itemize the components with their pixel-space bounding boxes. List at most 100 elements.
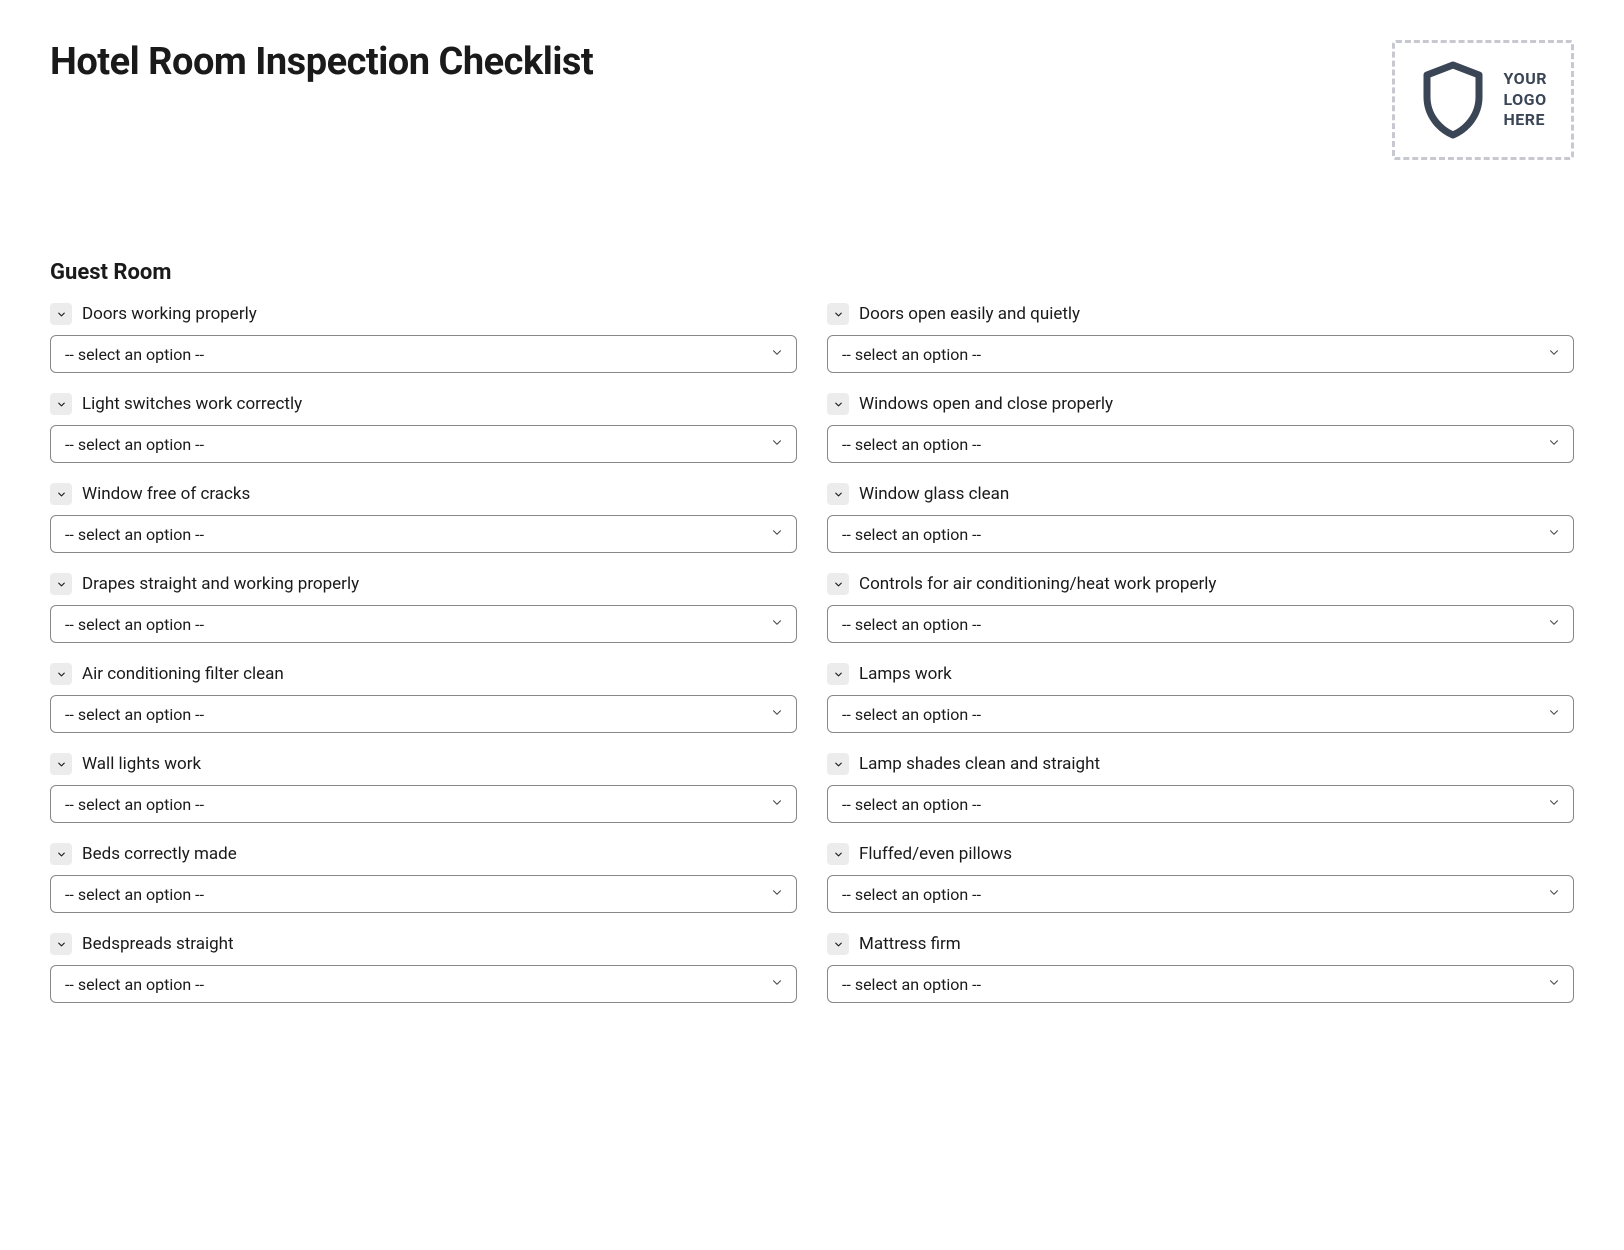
select-placeholder-text: -- select an option -- <box>842 345 981 364</box>
checklist-item-label: Window free of cracks <box>82 484 250 504</box>
chevron-down-icon <box>56 305 67 324</box>
checklist-item-header: Drapes straight and working properly <box>50 573 797 595</box>
expand-toggle[interactable] <box>50 753 72 775</box>
checklist-item-header: Fluffed/even pillows <box>827 843 1574 865</box>
checklist-item-label: Doors open easily and quietly <box>859 304 1080 324</box>
chevron-down-icon <box>1547 615 1561 634</box>
chevron-down-icon <box>56 755 67 774</box>
chevron-down-icon <box>833 305 844 324</box>
checklist-item: Windows open and close properly -- select… <box>827 393 1574 463</box>
chevron-down-icon <box>1547 705 1561 724</box>
option-select[interactable]: -- select an option -- <box>50 785 797 823</box>
select-placeholder-text: -- select an option -- <box>842 705 981 724</box>
checklist-item-label: Mattress firm <box>859 934 961 954</box>
section-title: Guest Room <box>50 260 1574 285</box>
expand-toggle[interactable] <box>827 393 849 415</box>
option-select[interactable]: -- select an option -- <box>827 785 1574 823</box>
select-placeholder-text: -- select an option -- <box>65 615 204 634</box>
expand-toggle[interactable] <box>50 933 72 955</box>
select-placeholder-text: -- select an option -- <box>842 525 981 544</box>
chevron-down-icon <box>770 975 784 994</box>
checklist-item-label: Air conditioning filter clean <box>82 664 284 684</box>
select-placeholder-text: -- select an option -- <box>65 705 204 724</box>
chevron-down-icon <box>56 575 67 594</box>
chevron-down-icon <box>833 845 844 864</box>
chevron-down-icon <box>770 885 784 904</box>
select-placeholder-text: -- select an option -- <box>842 435 981 454</box>
expand-toggle[interactable] <box>827 753 849 775</box>
checklist-item-label: Fluffed/even pillows <box>859 844 1012 864</box>
option-select[interactable]: -- select an option -- <box>827 335 1574 373</box>
chevron-down-icon <box>833 935 844 954</box>
option-select[interactable]: -- select an option -- <box>827 695 1574 733</box>
chevron-down-icon <box>833 755 844 774</box>
chevron-down-icon <box>56 395 67 414</box>
checklist-item: Controls for air conditioning/heat work … <box>827 573 1574 643</box>
select-wrapper: -- select an option -- <box>827 605 1574 643</box>
checklist-item-label: Beds correctly made <box>82 844 237 864</box>
select-wrapper: -- select an option -- <box>50 785 797 823</box>
checklist-item: Wall lights work -- select an option -- <box>50 753 797 823</box>
checklist-item-header: Light switches work correctly <box>50 393 797 415</box>
select-placeholder-text: -- select an option -- <box>65 345 204 364</box>
expand-toggle[interactable] <box>50 393 72 415</box>
chevron-down-icon <box>770 435 784 454</box>
option-select[interactable]: -- select an option -- <box>50 965 797 1003</box>
option-select[interactable]: -- select an option -- <box>827 875 1574 913</box>
expand-toggle[interactable] <box>50 573 72 595</box>
checklist-item-label: Window glass clean <box>859 484 1009 504</box>
chevron-down-icon <box>833 665 844 684</box>
checklist-item-header: Lamp shades clean and straight <box>827 753 1574 775</box>
checklist-item-label: Wall lights work <box>82 754 201 774</box>
checklist-item: Mattress firm -- select an option -- <box>827 933 1574 1003</box>
select-placeholder-text: -- select an option -- <box>65 435 204 454</box>
chevron-down-icon <box>770 705 784 724</box>
select-wrapper: -- select an option -- <box>827 335 1574 373</box>
select-placeholder-text: -- select an option -- <box>842 615 981 634</box>
chevron-down-icon <box>56 935 67 954</box>
option-select[interactable]: -- select an option -- <box>50 335 797 373</box>
select-placeholder-text: -- select an option -- <box>65 975 204 994</box>
option-select[interactable]: -- select an option -- <box>50 695 797 733</box>
logo-placeholder[interactable]: YOUR LOGO HERE <box>1392 40 1574 160</box>
option-select[interactable]: -- select an option -- <box>827 515 1574 553</box>
select-wrapper: -- select an option -- <box>50 875 797 913</box>
option-select[interactable]: -- select an option -- <box>50 425 797 463</box>
checklist-item-label: Lamps work <box>859 664 952 684</box>
checklist-item: Window free of cracks -- select an option… <box>50 483 797 553</box>
checklist-item-header: Windows open and close properly <box>827 393 1574 415</box>
chevron-down-icon <box>1547 525 1561 544</box>
chevron-down-icon <box>770 525 784 544</box>
expand-toggle[interactable] <box>827 573 849 595</box>
chevron-down-icon <box>770 615 784 634</box>
expand-toggle[interactable] <box>50 843 72 865</box>
logo-placeholder-text: YOUR LOGO HERE <box>1503 69 1547 131</box>
select-wrapper: -- select an option -- <box>827 515 1574 553</box>
checklist-item-label: Light switches work correctly <box>82 394 302 414</box>
option-select[interactable]: -- select an option -- <box>827 425 1574 463</box>
chevron-down-icon <box>56 845 67 864</box>
expand-toggle[interactable] <box>827 933 849 955</box>
expand-toggle[interactable] <box>827 303 849 325</box>
expand-toggle[interactable] <box>50 663 72 685</box>
option-select[interactable]: -- select an option -- <box>50 605 797 643</box>
select-wrapper: -- select an option -- <box>50 965 797 1003</box>
expand-toggle[interactable] <box>827 483 849 505</box>
option-select[interactable]: -- select an option -- <box>827 965 1574 1003</box>
expand-toggle[interactable] <box>50 303 72 325</box>
checklist-item-header: Window glass clean <box>827 483 1574 505</box>
expand-toggle[interactable] <box>50 483 72 505</box>
checklist-item-header: Window free of cracks <box>50 483 797 505</box>
checklist-item: Doors working properly-- select an optio… <box>50 303 797 373</box>
expand-toggle[interactable] <box>827 663 849 685</box>
checklist-item-header: Controls for air conditioning/heat work … <box>827 573 1574 595</box>
chevron-down-icon <box>1547 795 1561 814</box>
option-select[interactable]: -- select an option -- <box>50 875 797 913</box>
checklist-item-header: Bedspreads straight <box>50 933 797 955</box>
option-select[interactable]: -- select an option -- <box>827 605 1574 643</box>
option-select[interactable]: -- select an option -- <box>50 515 797 553</box>
select-wrapper: -- select an option -- <box>827 785 1574 823</box>
page-title: Hotel Room Inspection Checklist <box>50 40 593 84</box>
checklist-item-label: Drapes straight and working properly <box>82 574 359 594</box>
expand-toggle[interactable] <box>827 843 849 865</box>
